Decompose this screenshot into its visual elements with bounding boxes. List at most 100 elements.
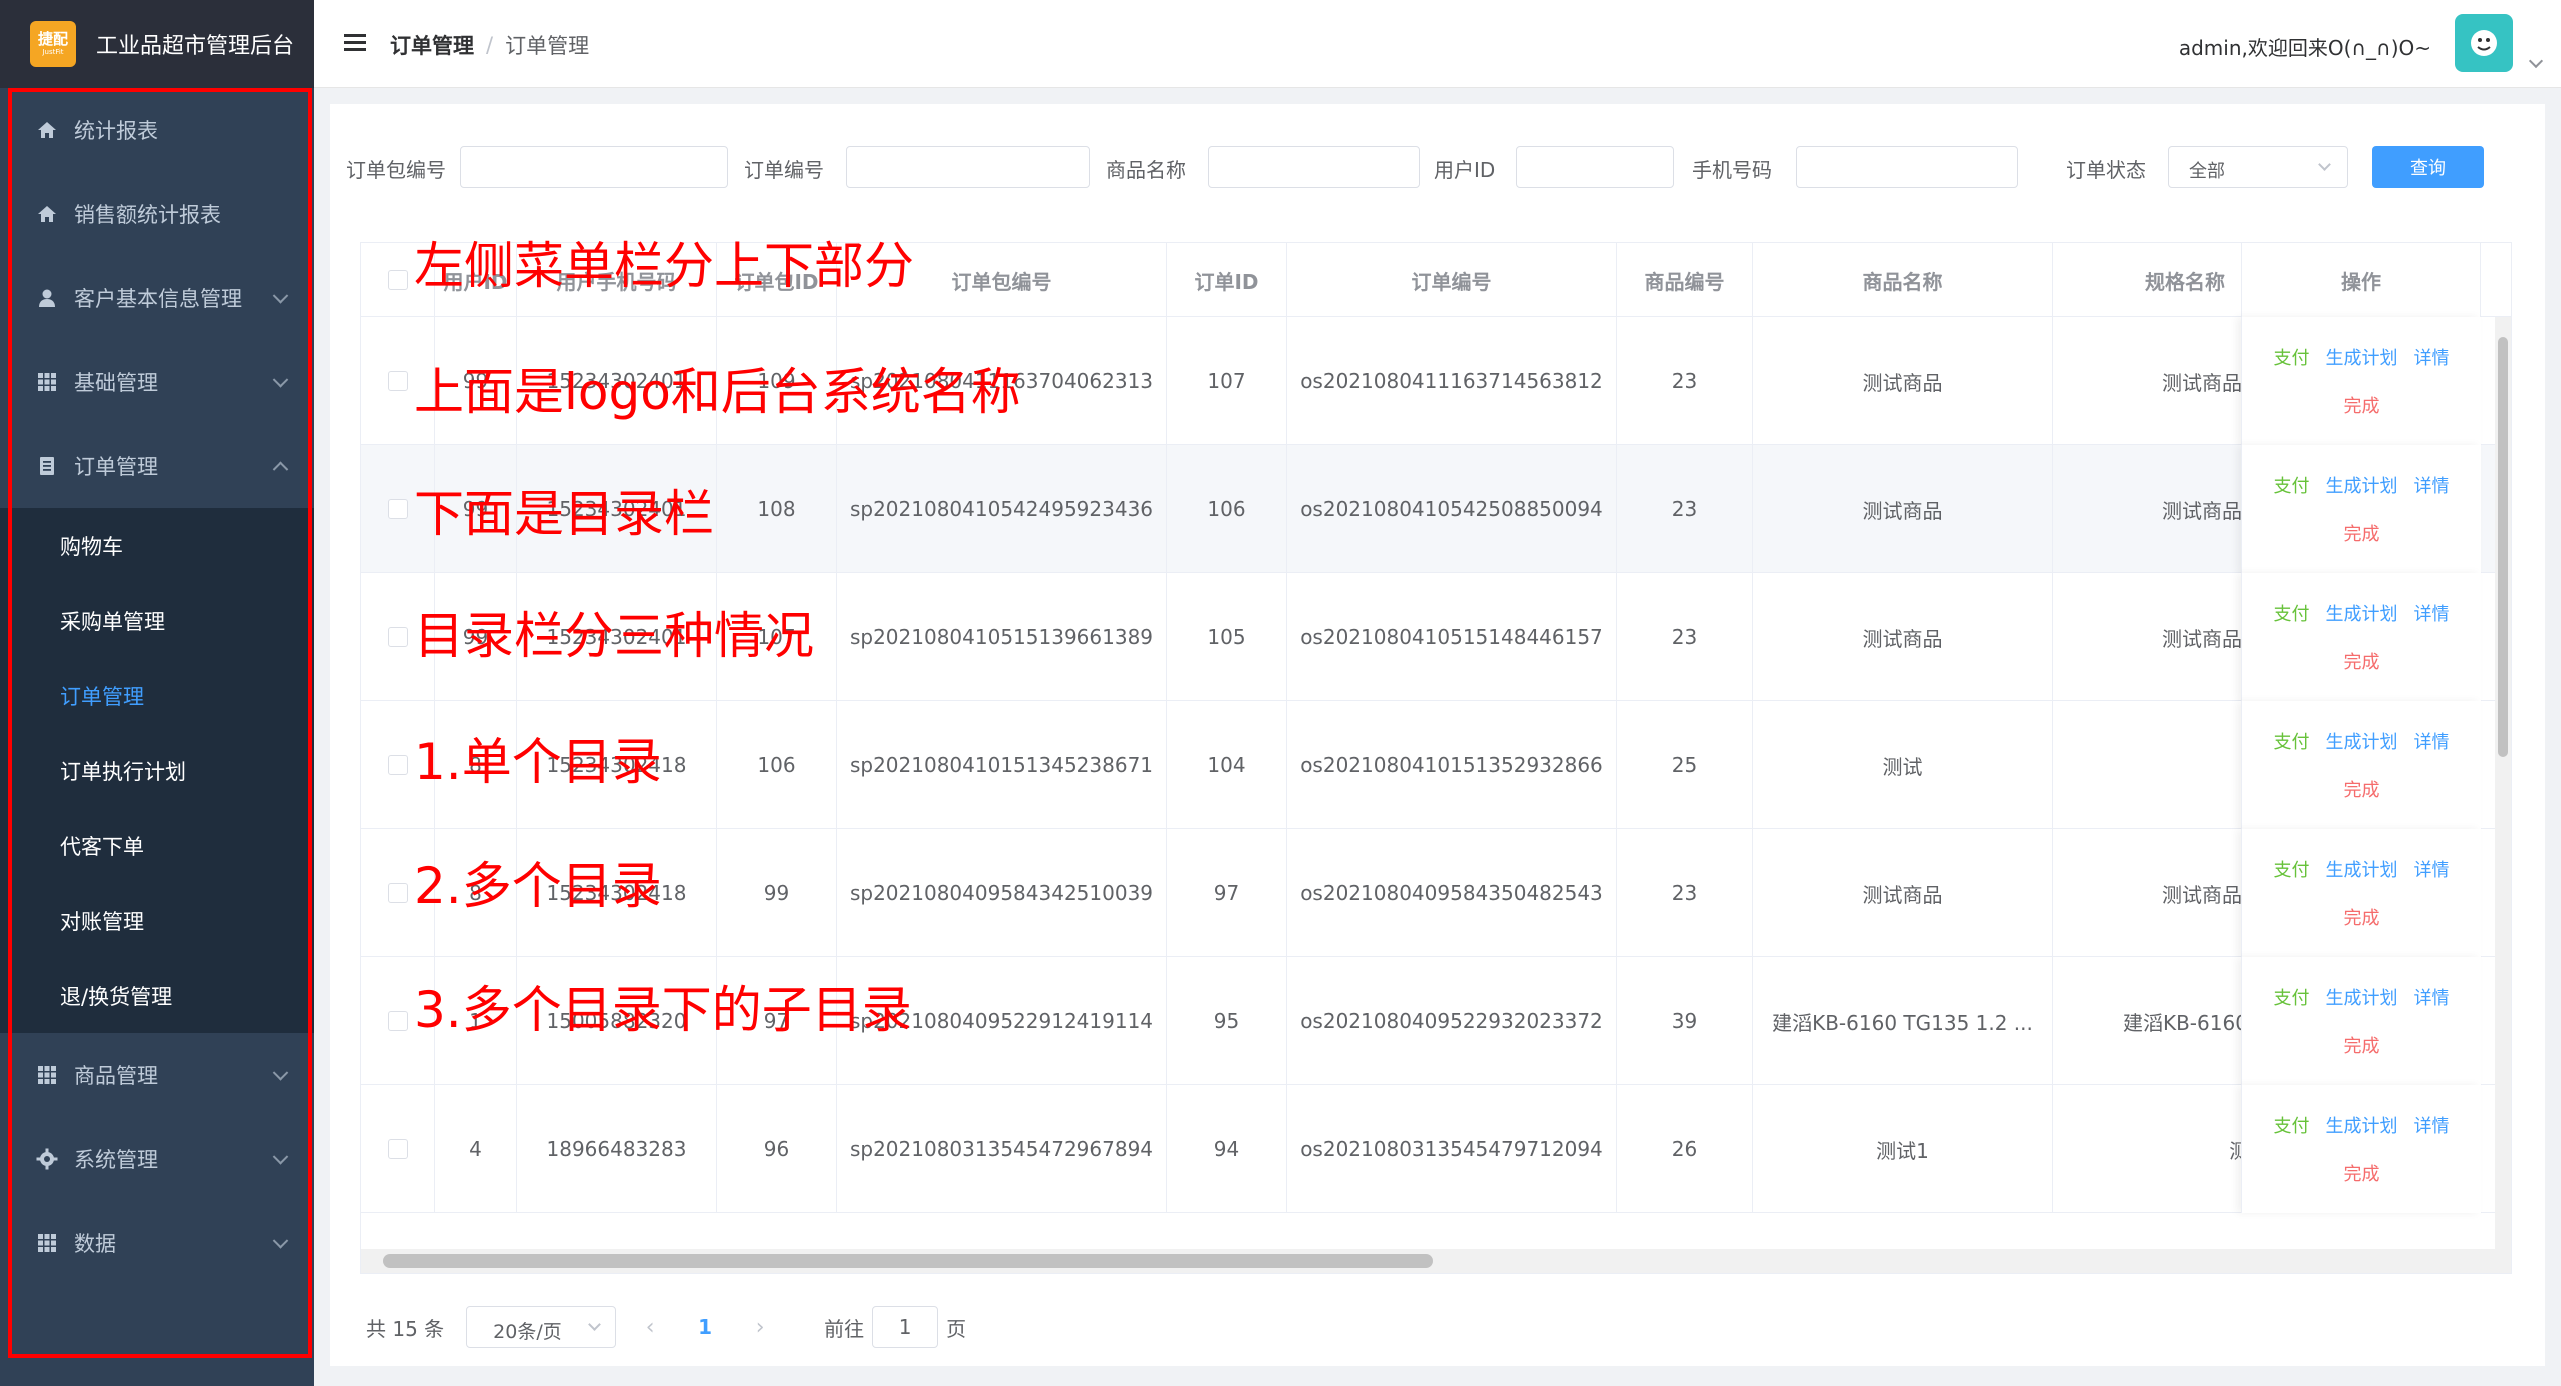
logo-text: 捷配 (37, 30, 68, 48)
grid-icon (36, 371, 58, 393)
cell-order-no: os2021080409522932023372 (1287, 957, 1617, 1085)
package-no-input[interactable] (460, 146, 728, 188)
complete-link[interactable]: 完成 (2344, 648, 2380, 674)
submenu-item-order-management[interactable]: 订单管理 (0, 658, 314, 733)
chevron-down-icon (588, 1318, 602, 1331)
order-no-input[interactable] (846, 146, 1090, 188)
top-header: 订单管理 / 订单管理 admin,欢迎回来O(∩_∩)O~ (314, 0, 2561, 88)
pay-link[interactable]: 支付 (2274, 344, 2310, 370)
pay-link[interactable]: 支付 (2274, 728, 2310, 754)
complete-link[interactable]: 完成 (2344, 1160, 2380, 1186)
row-checkbox[interactable] (387, 1139, 408, 1159)
detail-link[interactable]: 详情 (2414, 600, 2450, 626)
table-row[interactable]: 8 15234302418 99 sp2021080409584342510039 97… (361, 829, 2511, 957)
row-checkbox[interactable] (387, 755, 408, 775)
breadcrumb-item[interactable]: 订单管理 (390, 30, 474, 60)
row-actions: 支付 生成计划 详情完成 (2241, 317, 2481, 445)
detail-link[interactable]: 详情 (2414, 344, 2450, 370)
vertical-scrollbar[interactable] (2495, 317, 2511, 1251)
sidebar-item-product-management[interactable]: 商品管理 (0, 1033, 314, 1117)
complete-link[interactable]: 完成 (2344, 392, 2380, 418)
cell-order-id: 107 (1167, 317, 1287, 445)
sidebar-item-system-management[interactable]: 系统管理 (0, 1117, 314, 1201)
query-button[interactable]: 查询 (2372, 146, 2484, 188)
table-row[interactable]: 8 15234302418 106 sp2021080410151345238671 1… (361, 701, 2511, 829)
row-checkbox[interactable] (387, 627, 408, 647)
avatar[interactable] (2455, 14, 2513, 72)
sidebar-item-label: 销售额统计报表 (74, 203, 221, 227)
select-all-checkbox[interactable] (387, 270, 408, 290)
row-checkbox[interactable] (387, 883, 408, 903)
sidebar-item-basic-management[interactable]: 基础管理 (0, 340, 314, 424)
cell-order-no: os2021080409584350482543 (1287, 829, 1617, 957)
generate-plan-link[interactable]: 生成计划 (2326, 472, 2398, 498)
status-select[interactable]: 全部 (2168, 146, 2348, 188)
detail-link[interactable]: 详情 (2414, 1112, 2450, 1138)
cell-pkg-id: 96 (717, 1085, 837, 1213)
pay-link[interactable]: 支付 (2274, 1112, 2310, 1138)
sidebar-item-customer-info[interactable]: 客户基本信息管理 (0, 256, 314, 340)
row-checkbox[interactable] (387, 499, 408, 519)
hamburger-icon[interactable] (344, 34, 366, 52)
detail-link[interactable]: 详情 (2414, 984, 2450, 1010)
sidebar-item-stats-report[interactable]: 统计报表 (0, 88, 314, 172)
submenu-item-proxy-order[interactable]: 代客下单 (0, 808, 314, 883)
sidebar-item-order-management[interactable]: 订单管理 (0, 424, 314, 508)
cell-uid: 4 (435, 1085, 517, 1213)
submenu-item-returns[interactable]: 退/换货管理 (0, 958, 314, 1033)
submenu-item-purchase-orders[interactable]: 采购单管理 (0, 583, 314, 658)
sidebar-item-label: 订单管理 (74, 455, 158, 479)
chevron-down-icon[interactable] (2528, 53, 2544, 69)
row-checkbox[interactable] (387, 1011, 408, 1031)
detail-link[interactable]: 详情 (2414, 856, 2450, 882)
scroll-thumb[interactable] (383, 1254, 1433, 1268)
page-size-select[interactable]: 20条/页 (466, 1306, 617, 1348)
prev-page-icon[interactable]: ‹ (630, 1315, 670, 1340)
cell-prod-no: 23 (1617, 573, 1753, 701)
generate-plan-link[interactable]: 生成计划 (2326, 344, 2398, 370)
pay-link[interactable]: 支付 (2274, 856, 2310, 882)
generate-plan-link[interactable]: 生成计划 (2326, 856, 2398, 882)
cell-pkg-no: sp2021080410542495923436 (837, 445, 1167, 573)
status-value: 全部 (2189, 161, 2225, 182)
goto-page-input[interactable]: 1 (872, 1306, 939, 1348)
breadcrumb: 订单管理 / 订单管理 (390, 30, 589, 60)
grid-icon (36, 1232, 58, 1254)
submenu-item-order-execution-plan[interactable]: 订单执行计划 (0, 733, 314, 808)
complete-link[interactable]: 完成 (2344, 1032, 2380, 1058)
user-id-input[interactable] (1516, 146, 1674, 188)
complete-link[interactable]: 完成 (2344, 776, 2380, 802)
pay-link[interactable]: 支付 (2274, 984, 2310, 1010)
generate-plan-link[interactable]: 生成计划 (2326, 984, 2398, 1010)
next-page-icon[interactable]: › (740, 1315, 780, 1340)
row-checkbox[interactable] (387, 371, 408, 391)
breadcrumb-separator: / (486, 33, 494, 57)
complete-link[interactable]: 完成 (2344, 904, 2380, 930)
generate-plan-link[interactable]: 生成计划 (2326, 600, 2398, 626)
scroll-thumb[interactable] (2498, 337, 2508, 757)
complete-link[interactable]: 完成 (2344, 520, 2380, 546)
submenu-item-reconciliation[interactable]: 对账管理 (0, 883, 314, 958)
generate-plan-link[interactable]: 生成计划 (2326, 1112, 2398, 1138)
row-actions: 支付 生成计划 详情完成 (2241, 573, 2481, 701)
sidebar-item-label: 基础管理 (74, 371, 158, 395)
submenu-item-cart[interactable]: 购物车 (0, 508, 314, 583)
table-row[interactable]: 4 18966483283 96 sp2021080313545472967894 94… (361, 1085, 2511, 1213)
row-action-links: 支付 生成计划 详情 (2274, 984, 2450, 1010)
detail-link[interactable]: 详情 (2414, 728, 2450, 754)
cell-pkg-no: sp2021080410151345238671 (837, 701, 1167, 829)
phone-input[interactable] (1796, 146, 2018, 188)
cell-pkg-no: sp2021080313545472967894 (837, 1085, 1167, 1213)
sidebar-item-data[interactable]: 数据 (0, 1201, 314, 1285)
sidebar-item-sales-report[interactable]: 销售额统计报表 (0, 172, 314, 256)
cell-prod-name: 建滔KB-6160 TG135 1.2 ... (1753, 957, 2053, 1085)
product-name-input[interactable] (1208, 146, 1420, 188)
page-number[interactable]: 1 (698, 1315, 712, 1339)
horizontal-scrollbar[interactable] (361, 1249, 2511, 1273)
detail-link[interactable]: 详情 (2414, 472, 2450, 498)
pay-link[interactable]: 支付 (2274, 472, 2310, 498)
pay-link[interactable]: 支付 (2274, 600, 2310, 626)
row-action-links: 支付 生成计划 详情 (2274, 1112, 2450, 1138)
generate-plan-link[interactable]: 生成计划 (2326, 728, 2398, 754)
cell-order-no: os2021080410151352932866 (1287, 701, 1617, 829)
